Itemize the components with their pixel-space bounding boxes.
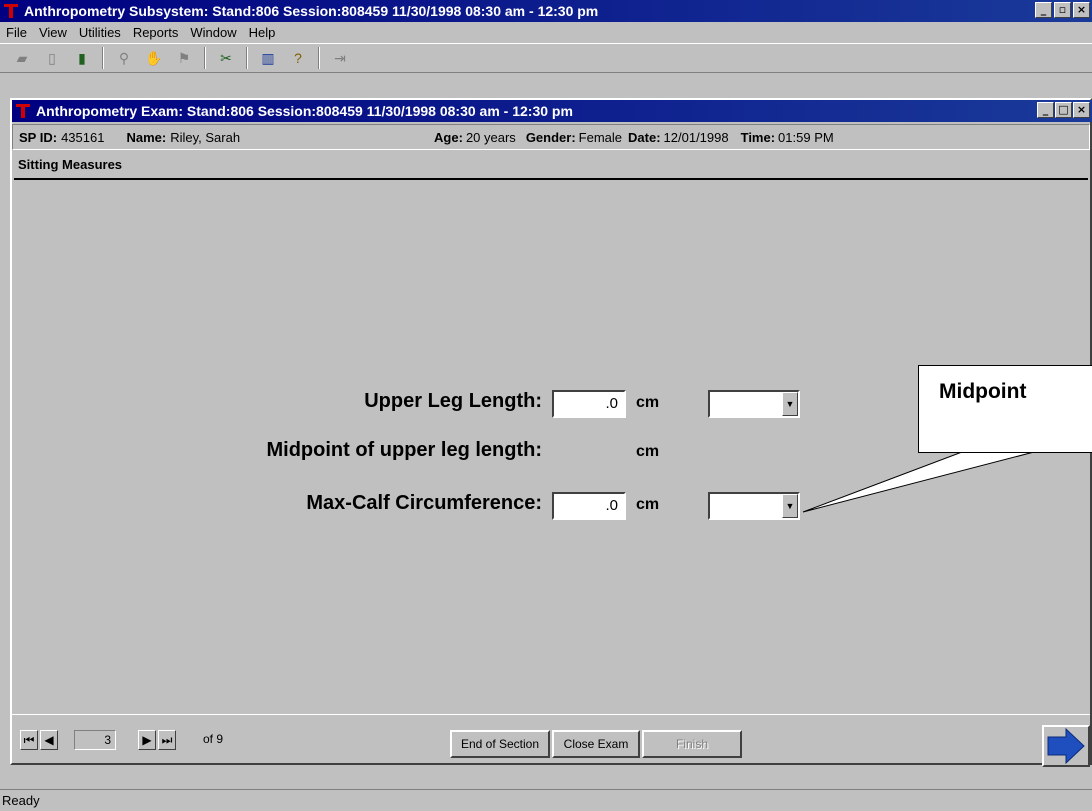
exam-maximize-button[interactable]: □ [1055,102,1072,118]
toolbar: ▰ ▯ ▮ ⚲ ✋ ⚑ ✂ ▥ ? ⇥ [0,43,1092,73]
open-icon[interactable]: ▮ [70,47,94,69]
first-page-icon[interactable]: ⏮ [20,730,38,750]
app-title-bar: Anthropometry Subsystem: Stand:806 Sessi… [0,0,1092,22]
toolbar-separator [318,47,320,69]
spid-label: SP ID: [19,129,58,145]
exam-minimize-button[interactable]: _ [1037,102,1054,118]
tools-icon[interactable]: ✂ [214,47,238,69]
gender-label: Gender: [525,129,576,145]
menu-view[interactable]: View [39,25,67,40]
app-icon [4,3,18,19]
menu-reports[interactable]: Reports [133,25,179,40]
upper-leg-length-label: Upper Leg Length: [364,390,542,412]
exit-icon[interactable]: ⇥ [328,47,352,69]
close-exam-button[interactable]: Close Exam [552,730,640,758]
menu-help[interactable]: Help [249,25,276,40]
midpoint-callout: Midpoint [918,365,1092,453]
toolbar-separator [102,47,104,69]
time-label: Time: [740,129,776,145]
upper-leg-length-comment-select[interactable]: ▼ [708,390,800,418]
toolbar-separator [246,47,248,69]
max-calf-circumference-unit: cm [636,496,660,513]
time-value: 01:59 PM [778,129,834,145]
midpoint-unit: cm [636,443,660,460]
max-calf-circumference-comment-select[interactable]: ▼ [708,492,800,520]
name-label: Name: [126,129,167,145]
date-value: 12/01/1998 [663,129,729,145]
participant-info-bar: SP ID: 435161 Name: Riley, Sarah Age: 20… [12,124,1090,150]
arrow-right-icon [1047,727,1085,765]
exam-window: Anthropometry Exam: Stand:806 Session:80… [10,98,1092,767]
exam-icon [16,103,30,119]
help-icon[interactable]: ? [286,47,310,69]
next-arrow-button[interactable] [1042,725,1090,767]
section-title: Sitting Measures [18,157,123,172]
gender-value: Female [578,129,623,145]
age-label: Age: [434,129,463,145]
finish-button[interactable]: Finish [642,730,742,758]
window-controls: _ ▫ × [1035,2,1090,18]
prev-page-icon[interactable]: ◀ [40,730,58,750]
menu-bar: File View Utilities Reports Window Help [0,22,1092,42]
page-count: of 9 [203,732,224,746]
app-title: Anthropometry Subsystem: Stand:806 Sessi… [24,3,599,19]
stop-hand-icon[interactable]: ✋ [142,47,166,69]
flag-icon[interactable]: ⚑ [172,47,196,69]
clipboard-icon[interactable]: ▯ [40,47,64,69]
chart-icon[interactable]: ▥ [256,47,280,69]
exam-close-button[interactable]: × [1073,102,1090,118]
name-value: Riley, Sarah [170,129,241,145]
date-label: Date: [628,129,661,145]
new-icon[interactable]: ▰ [10,47,34,69]
exam-title: Anthropometry Exam: Stand:806 Session:80… [36,103,573,119]
section-divider [14,178,1088,180]
upper-leg-length-unit: cm [636,394,660,411]
end-of-section-button[interactable]: End of Section [450,730,550,758]
status-bar: Ready [0,789,1092,811]
spid-value: 435161 [61,129,105,145]
exam-title-bar: Anthropometry Exam: Stand:806 Session:80… [12,100,1092,122]
status-text: Ready [2,793,40,808]
age-value: 20 years [465,129,516,145]
restore-button[interactable]: ▫ [1054,2,1071,18]
close-button[interactable]: × [1073,2,1090,18]
menu-utilities[interactable]: Utilities [79,25,121,40]
toolbar-separator [204,47,206,69]
menu-file[interactable]: File [6,25,27,40]
menu-window[interactable]: Window [190,25,236,40]
exam-window-controls: _ □ × [1037,102,1090,118]
navigation-bar: ⏮ ◀ 3 ▶ ⏭ of 9 End of Section Close Exam… [12,714,1090,767]
page-number-field[interactable]: 3 [74,730,116,750]
max-calf-circumference-input[interactable]: .0 [552,492,626,520]
max-calf-circumference-label: Max-Calf Circumference: [306,492,542,514]
last-page-icon[interactable]: ⏭ [158,730,176,750]
midpoint-label: Midpoint of upper leg length: [266,439,542,461]
minimize-button[interactable]: _ [1035,2,1052,18]
next-page-icon[interactable]: ▶ [138,730,156,750]
binoculars-icon[interactable]: ⚲ [112,47,136,69]
upper-leg-length-input[interactable]: .0 [552,390,626,418]
